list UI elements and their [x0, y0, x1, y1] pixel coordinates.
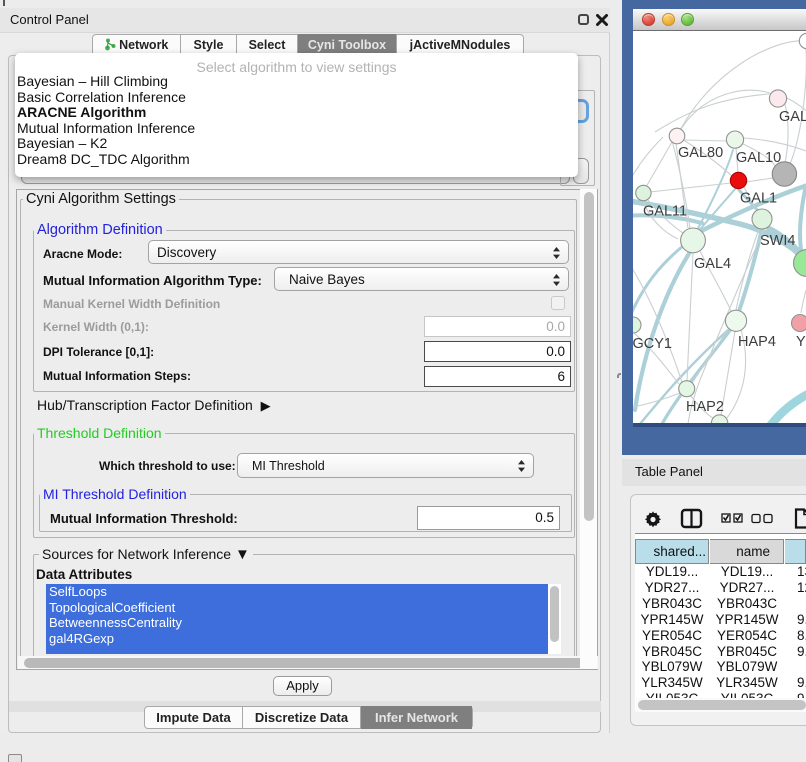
svg-text:GAL11: GAL11	[643, 204, 687, 220]
svg-text:SWI4: SWI4	[760, 233, 795, 249]
svg-text:GCY1: GCY1	[633, 336, 672, 352]
svg-text:GAL10: GAL10	[736, 150, 781, 166]
svg-text:GAL2: GAL2	[779, 109, 806, 125]
svg-text:Y: Y	[796, 334, 806, 350]
svg-text:HAP2: HAP2	[686, 399, 724, 415]
svg-text:GAL1: GAL1	[740, 191, 777, 207]
svg-text:GAL4: GAL4	[694, 256, 731, 272]
svg-text:HAP4: HAP4	[738, 334, 776, 350]
svg-text:GAL80: GAL80	[678, 145, 723, 161]
